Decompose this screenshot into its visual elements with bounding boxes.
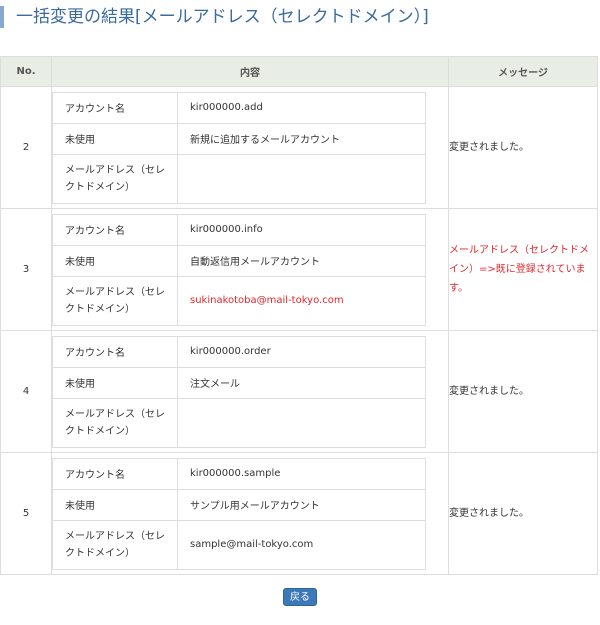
row-content: アカウント名 kir000000.sample 未使用 サンプル用メールアカウン… <box>51 452 449 575</box>
table-row: 4 アカウント名 kir000000.order 未使用 注文メール メールアド… <box>0 330 598 453</box>
header-message: メッセージ <box>448 56 598 87</box>
row-message: 変更されました。 <box>448 452 598 575</box>
row-number: 5 <box>0 452 52 575</box>
label-email: メールアドレス（セレクトドメイン） <box>52 153 178 204</box>
table-row: 2 アカウント名 kir000000.add 未使用 新規に追加するメールアカウ… <box>0 86 598 209</box>
value-email: sukinakotoba@mail-tokyo.com <box>177 275 426 326</box>
header-content: 内容 <box>51 56 449 87</box>
back-button[interactable]: 戻る <box>283 588 317 606</box>
row-message: 変更されました。 <box>448 86 598 209</box>
label-unused: 未使用 <box>52 122 178 155</box>
detail-table: アカウント名 kir000000.info 未使用 自動返信用メールアカウント … <box>52 213 426 326</box>
table-header-row: No. 内容 メッセージ <box>0 56 598 87</box>
row-number: 2 <box>0 86 52 209</box>
label-unused: 未使用 <box>52 488 178 521</box>
table-row: 5 アカウント名 kir000000.sample 未使用 サンプル用メールアカ… <box>0 452 598 575</box>
value-unused: サンプル用メールアカウント <box>177 488 426 521</box>
value-account: kir000000.order <box>177 335 426 368</box>
detail-table: アカウント名 kir000000.sample 未使用 サンプル用メールアカウン… <box>52 457 426 570</box>
value-unused: 自動返信用メールアカウント <box>177 244 426 277</box>
value-account: kir000000.add <box>177 91 426 124</box>
label-account: アカウント名 <box>52 457 178 490</box>
value-unused: 注文メール <box>177 366 426 399</box>
value-email <box>177 153 426 204</box>
result-table: No. 内容 メッセージ 2 アカウント名 kir000000.add 未使用 <box>0 56 598 575</box>
table-row: 3 アカウント名 kir000000.info 未使用 自動返信用メールアカウン… <box>0 208 598 331</box>
label-email: メールアドレス（セレクトドメイン） <box>52 275 178 326</box>
label-account: アカウント名 <box>52 335 178 368</box>
page-title: 一括変更の結果[メールアドレス（セレクトドメイン）] <box>0 6 429 28</box>
row-content: アカウント名 kir000000.add 未使用 新規に追加するメールアカウント… <box>51 86 449 209</box>
detail-table: アカウント名 kir000000.add 未使用 新規に追加するメールアカウント… <box>52 91 426 204</box>
value-unused: 新規に追加するメールアカウント <box>177 122 426 155</box>
value-account: kir000000.sample <box>177 457 426 490</box>
row-message-error: メールアドレス（セレクトドメイン）=>既に登録されています。 <box>448 208 598 331</box>
label-unused: 未使用 <box>52 244 178 277</box>
label-account: アカウント名 <box>52 91 178 124</box>
label-unused: 未使用 <box>52 366 178 399</box>
row-number: 4 <box>0 330 52 453</box>
row-content: アカウント名 kir000000.info 未使用 自動返信用メールアカウント … <box>51 208 449 331</box>
row-number: 3 <box>0 208 52 331</box>
row-content: アカウント名 kir000000.order 未使用 注文メール メールアドレス… <box>51 330 449 453</box>
value-email <box>177 397 426 448</box>
label-email: メールアドレス（セレクトドメイン） <box>52 397 178 448</box>
result-page: 一括変更の結果[メールアドレス（セレクトドメイン）] No. 内容 メッセージ … <box>0 0 600 625</box>
label-account: アカウント名 <box>52 213 178 246</box>
value-email: sample@mail-tokyo.com <box>177 519 426 570</box>
detail-table: アカウント名 kir000000.order 未使用 注文メール メールアドレス… <box>52 335 426 448</box>
value-account: kir000000.info <box>177 213 426 246</box>
label-email: メールアドレス（セレクトドメイン） <box>52 519 178 570</box>
header-no: No. <box>0 56 52 87</box>
row-message: 変更されました。 <box>448 330 598 453</box>
